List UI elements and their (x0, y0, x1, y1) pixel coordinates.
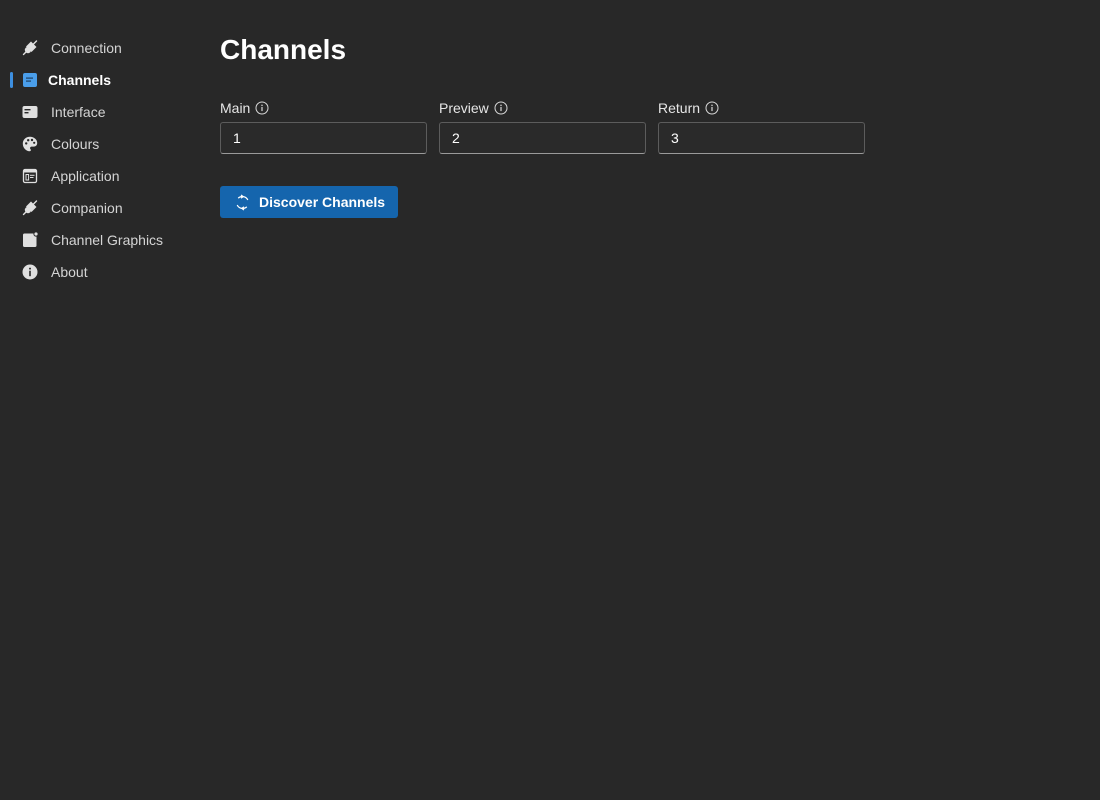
discover-channels-button[interactable]: Discover Channels (220, 186, 399, 218)
sidebar-item-label: Connection (51, 40, 122, 56)
sidebar-item-about[interactable]: About (0, 256, 190, 288)
palette-icon (22, 136, 38, 152)
return-channel-field: Return (658, 98, 865, 154)
sidebar-item-label: Channel Graphics (51, 232, 164, 248)
graphics-icon (22, 232, 38, 248)
page-title: Channels (220, 34, 347, 65)
info-icon (22, 264, 38, 280)
sidebar-item-label: Companion (51, 200, 123, 216)
return-label: Return (658, 100, 701, 116)
preview-label: Preview (439, 100, 489, 116)
preview-channel-field: Preview (439, 98, 646, 154)
sidebar-item-channels[interactable]: Channels (0, 64, 190, 96)
refresh-icon (234, 194, 251, 211)
sidebar-item-label: Interface (51, 104, 106, 120)
discover-button-label: Discover Channels (259, 194, 386, 210)
plug-icon (22, 40, 38, 56)
main-channel-field: Main (220, 98, 427, 154)
info-icon[interactable] (255, 101, 269, 115)
field-label: Return (658, 98, 865, 118)
field-label: Preview (439, 98, 646, 118)
field-label: Main (220, 98, 427, 118)
application-icon (22, 168, 38, 184)
active-indicator (10, 72, 13, 88)
main-label: Main (220, 100, 251, 116)
sidebar-item-colours[interactable]: Colours (0, 128, 190, 160)
sidebar-item-channel-graphics[interactable]: Channel Graphics (0, 224, 190, 256)
return-channel-input[interactable] (658, 122, 865, 154)
sidebar-item-label: Channels (48, 72, 112, 88)
channel-fields: Main Preview Return (220, 98, 865, 154)
settings-sidebar: Connection Channels Interface Colours Ap… (0, 32, 190, 288)
info-icon[interactable] (494, 101, 508, 115)
sidebar-item-label: Colours (51, 136, 100, 152)
sidebar-item-application[interactable]: Application (0, 160, 190, 192)
sidebar-item-label: About (51, 264, 88, 280)
plug-icon (22, 200, 38, 216)
info-icon[interactable] (705, 101, 719, 115)
sidebar-item-connection[interactable]: Connection (0, 32, 190, 64)
interface-icon (22, 104, 38, 120)
channels-icon (22, 72, 38, 88)
sidebar-item-label: Application (51, 168, 120, 184)
main-channel-input[interactable] (220, 122, 427, 154)
preview-channel-input[interactable] (439, 122, 646, 154)
sidebar-item-interface[interactable]: Interface (0, 96, 190, 128)
sidebar-item-companion[interactable]: Companion (0, 192, 190, 224)
